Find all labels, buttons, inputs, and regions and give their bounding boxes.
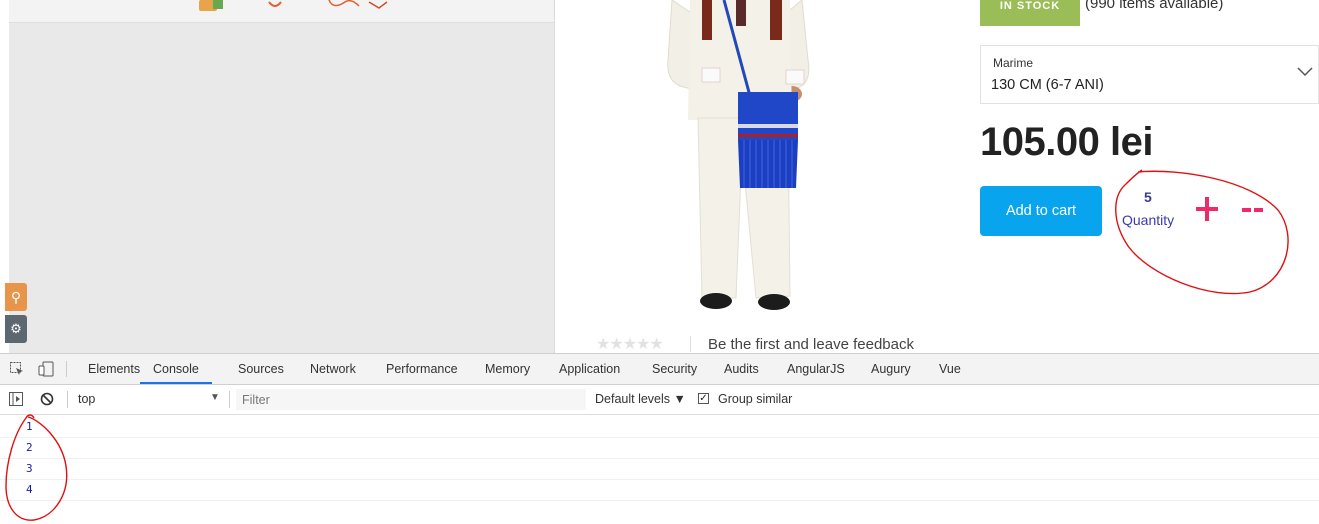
- chevron-down-icon: [1297, 67, 1313, 77]
- console-log-text: 2: [26, 441, 33, 454]
- console-log-row: 3: [0, 458, 1319, 480]
- minus-icon-right: [1254, 208, 1263, 212]
- console-log-text: 1: [26, 420, 33, 433]
- add-to-cart-button[interactable]: Add to cart: [980, 186, 1102, 236]
- rating-stars[interactable]: ★★★★★: [596, 334, 664, 354]
- tab-angularjs[interactable]: AngularJS: [787, 354, 845, 384]
- toolbar-divider: [66, 361, 67, 377]
- tab-augury[interactable]: Augury: [871, 354, 911, 384]
- rating-separator: [690, 336, 691, 352]
- tab-audits[interactable]: Audits: [724, 354, 759, 384]
- devtools-panel: Elements Console Sources Network Perform…: [0, 353, 1319, 524]
- tab-memory[interactable]: Memory: [485, 354, 530, 384]
- tab-vue[interactable]: Vue: [939, 354, 961, 384]
- leave-feedback-link[interactable]: Be the first and leave feedback: [708, 336, 914, 353]
- console-log-row: 1: [0, 416, 1319, 438]
- tab-performance[interactable]: Performance: [386, 354, 458, 384]
- cart-widget[interactable]: ⚲: [5, 283, 27, 311]
- inspect-element-icon[interactable]: [9, 361, 25, 377]
- cart-icon: ⚲: [10, 289, 22, 305]
- toolbar-divider: [229, 391, 230, 408]
- quantity-decrease-button[interactable]: [1240, 195, 1266, 223]
- devtools-tab-bar: Elements Console Sources Network Perform…: [0, 354, 1319, 385]
- minus-icon-left: [1242, 208, 1251, 212]
- context-selector[interactable]: top: [78, 392, 95, 406]
- tab-application[interactable]: Application: [559, 354, 620, 384]
- quantity-annotation-circle: [1115, 169, 1289, 295]
- group-similar-checkbox[interactable]: ✓: [698, 393, 709, 404]
- settings-widget[interactable]: ⚙: [5, 315, 27, 343]
- stock-available-text: (990 items available): [1085, 0, 1224, 12]
- size-select[interactable]: Marime 130 CM (6-7 ANI): [980, 45, 1319, 104]
- console-log-row: 4: [0, 479, 1319, 501]
- log-levels-dropdown[interactable]: Default levels ▼: [595, 392, 686, 406]
- tab-console[interactable]: Console: [140, 354, 212, 384]
- size-value: 130 CM (6-7 ANI): [991, 77, 1104, 93]
- tab-security[interactable]: Security: [652, 354, 697, 384]
- toolbar-divider: [67, 391, 68, 408]
- console-toolbar: top ▼ Default levels ▼ ✓ Group similar: [0, 385, 1319, 415]
- console-log-text: 3: [26, 462, 33, 475]
- group-similar-label: Group similar: [718, 392, 793, 406]
- console-sidebar-icon[interactable]: [9, 392, 23, 406]
- plus-icon-v: [1205, 197, 1209, 221]
- console-log-row: 2: [0, 437, 1319, 459]
- left-content-panel: [9, 0, 555, 353]
- size-label: Marime: [993, 56, 1034, 70]
- quantity-value: 5: [1144, 189, 1152, 205]
- product-price: 105.00 lei: [980, 120, 1153, 164]
- console-log-text: 4: [26, 483, 33, 496]
- console-filter-input[interactable]: [236, 389, 586, 410]
- gear-icon: ⚙: [10, 321, 22, 336]
- tab-sources[interactable]: Sources: [238, 354, 284, 384]
- clear-console-icon[interactable]: [40, 392, 54, 406]
- tab-elements[interactable]: Elements: [88, 354, 140, 384]
- context-dropdown-icon[interactable]: ▼: [210, 392, 220, 403]
- device-toolbar-icon[interactable]: [38, 361, 54, 377]
- banner-strip: [9, 0, 554, 23]
- product-image: [667, 0, 810, 310]
- quantity-label: Quantity: [1122, 212, 1175, 228]
- stock-badge: IN STOCK: [980, 0, 1080, 26]
- quantity-increase-button[interactable]: [1194, 193, 1220, 225]
- tab-network[interactable]: Network: [310, 354, 356, 384]
- stock-badge-label: IN STOCK: [999, 0, 1061, 12]
